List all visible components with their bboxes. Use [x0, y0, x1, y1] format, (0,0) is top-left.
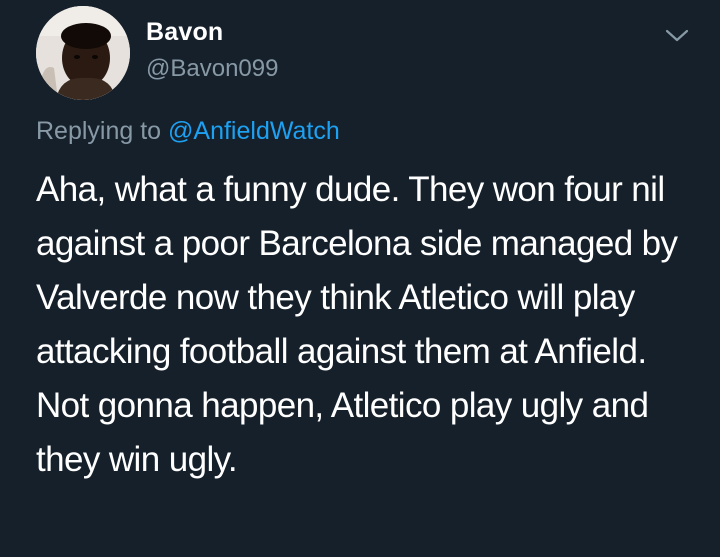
tweet-card: Bavon @Bavon099 Replying to @AnfieldWatc…	[0, 0, 720, 557]
avatar-photo	[36, 6, 130, 100]
replying-to-label: Replying to	[36, 117, 162, 145]
author-display-name[interactable]: Bavon	[146, 18, 223, 47]
tweet-body-text: Aha, what a funny dude. They won four ni…	[36, 170, 678, 479]
author-handle[interactable]: @Bavon099	[146, 55, 278, 83]
replying-to-line: Replying to @AnfieldWatch	[36, 117, 340, 146]
avatar[interactable]	[36, 6, 130, 100]
reply-target-link[interactable]: @AnfieldWatch	[168, 117, 340, 145]
chevron-down-icon[interactable]	[664, 26, 690, 46]
